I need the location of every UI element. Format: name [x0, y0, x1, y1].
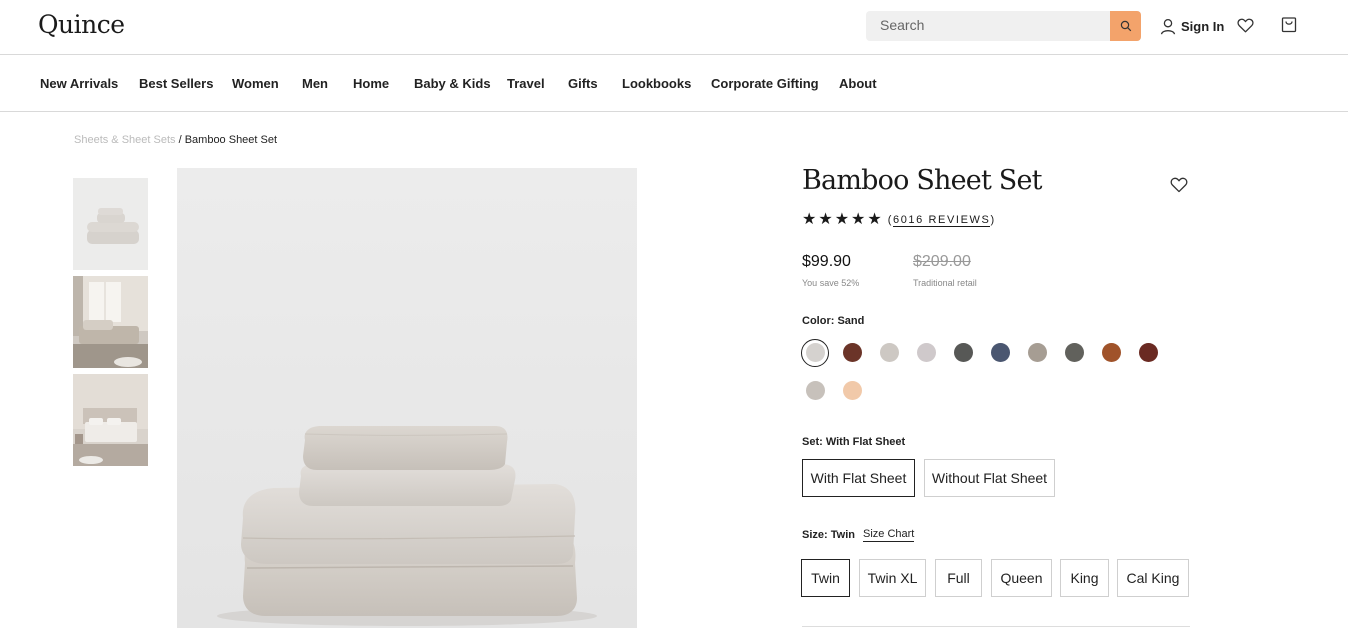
- folded-bamboo-sheets-image: [177, 168, 637, 628]
- star-icon: ★: [834, 211, 850, 228]
- color-swatch[interactable]: [954, 343, 973, 362]
- nav-lookbooks[interactable]: Lookbooks: [622, 76, 691, 91]
- size-option-cal-king[interactable]: Cal King: [1117, 559, 1189, 597]
- nav-gifts[interactable]: Gifts: [568, 76, 598, 91]
- cart-button[interactable]: [1281, 16, 1297, 38]
- color-label: Color: Sand: [802, 315, 865, 327]
- retail-price-label: Traditional retail: [913, 278, 977, 288]
- color-swatch[interactable]: [806, 343, 825, 362]
- color-swatch[interactable]: [991, 343, 1010, 362]
- search-button[interactable]: [1110, 11, 1141, 41]
- color-swatch[interactable]: [843, 381, 862, 400]
- heart-icon: [1237, 18, 1254, 33]
- breadcrumb-parent-link[interactable]: Sheets & Sheet Sets: [74, 134, 176, 146]
- size-option-twin-xl[interactable]: Twin XL: [859, 559, 926, 597]
- star-icon: ★: [802, 211, 817, 228]
- main-nav: New Arrivals Best Sellers Women Men Home…: [0, 55, 1348, 112]
- color-swatch[interactable]: [1028, 343, 1047, 362]
- savings-text: You save 52%: [802, 278, 860, 288]
- sign-in-label: Sign In: [1181, 19, 1225, 34]
- set-option-with-flat-sheet[interactable]: With Flat Sheet: [802, 459, 915, 497]
- product-title: Bamboo Sheet Set: [802, 165, 1043, 196]
- reviews-link[interactable]: 6016 REVIEWS: [892, 214, 991, 227]
- nav-baby-kids[interactable]: Baby & Kids: [414, 76, 491, 91]
- color-swatch[interactable]: [1139, 343, 1158, 362]
- quince-logo[interactable]: Quince: [38, 10, 125, 39]
- nav-best-sellers[interactable]: Best Sellers: [139, 76, 213, 91]
- wishlist-button[interactable]: [1237, 18, 1254, 38]
- color-swatch[interactable]: [1065, 343, 1084, 362]
- size-chart-link[interactable]: Size Chart: [863, 528, 915, 542]
- breadcrumb-current: Bamboo Sheet Set: [184, 134, 278, 146]
- section-divider: [802, 626, 1190, 627]
- current-price: $99.90: [802, 253, 851, 270]
- size-option-twin[interactable]: Twin: [801, 559, 850, 597]
- reviews-close-paren: ): [990, 214, 996, 226]
- main-product-image[interactable]: [177, 168, 637, 628]
- color-swatch[interactable]: [843, 343, 862, 362]
- size-option-king[interactable]: King: [1060, 559, 1109, 597]
- search-icon: [1120, 20, 1131, 32]
- user-icon: [1160, 18, 1176, 35]
- size-option-queen[interactable]: Queen: [991, 559, 1052, 597]
- product-rating[interactable]: ★ ★ ★ ★ ★ (6016 REVIEWS): [802, 212, 996, 228]
- search-input[interactable]: Search: [880, 17, 924, 33]
- site-header: Quince Search Sign In: [0, 0, 1348, 55]
- star-icon: ★: [818, 211, 833, 228]
- folded-sheets-thumbnail-image: [73, 178, 148, 270]
- nav-new-arrivals[interactable]: New Arrivals: [40, 76, 118, 91]
- nav-travel[interactable]: Travel: [507, 76, 545, 91]
- retail-price: $209.00: [913, 253, 971, 270]
- size-label: Size: Twin: [802, 529, 855, 541]
- nav-about[interactable]: About: [839, 76, 877, 91]
- breadcrumb: Sheets & Sheet Sets / Bamboo Sheet Set: [74, 134, 277, 146]
- nav-women[interactable]: Women: [232, 76, 279, 91]
- nav-men[interactable]: Men: [302, 76, 328, 91]
- bed-thumbnail-image: [73, 374, 148, 466]
- color-swatch[interactable]: [880, 343, 899, 362]
- thumbnail-folded-sheets[interactable]: [73, 178, 148, 270]
- nav-home[interactable]: Home: [353, 76, 389, 91]
- shopping-bag-icon: [1281, 17, 1297, 33]
- reviews-count[interactable]: (6016 REVIEWS): [888, 214, 996, 227]
- color-swatch[interactable]: [806, 381, 825, 400]
- set-label: Set: With Flat Sheet: [802, 436, 906, 448]
- search-bar[interactable]: Search: [866, 11, 1141, 41]
- thumbnail-bedroom-sofa[interactable]: [73, 276, 148, 368]
- heart-icon: [1170, 177, 1188, 193]
- set-option-without-flat-sheet[interactable]: Without Flat Sheet: [924, 459, 1055, 497]
- sign-in-link[interactable]: Sign In: [1160, 18, 1224, 35]
- bedroom-thumbnail-image: [73, 276, 148, 368]
- color-swatch[interactable]: [1102, 343, 1121, 362]
- color-swatch[interactable]: [917, 343, 936, 362]
- breadcrumb-separator: /: [178, 134, 182, 146]
- add-to-wishlist-button[interactable]: [1170, 177, 1188, 198]
- star-icon: ★: [867, 211, 882, 228]
- size-option-full[interactable]: Full: [935, 559, 982, 597]
- star-icon: ★: [851, 211, 866, 228]
- thumbnail-bed[interactable]: [73, 374, 148, 466]
- nav-corporate-gifting[interactable]: Corporate Gifting: [711, 76, 819, 91]
